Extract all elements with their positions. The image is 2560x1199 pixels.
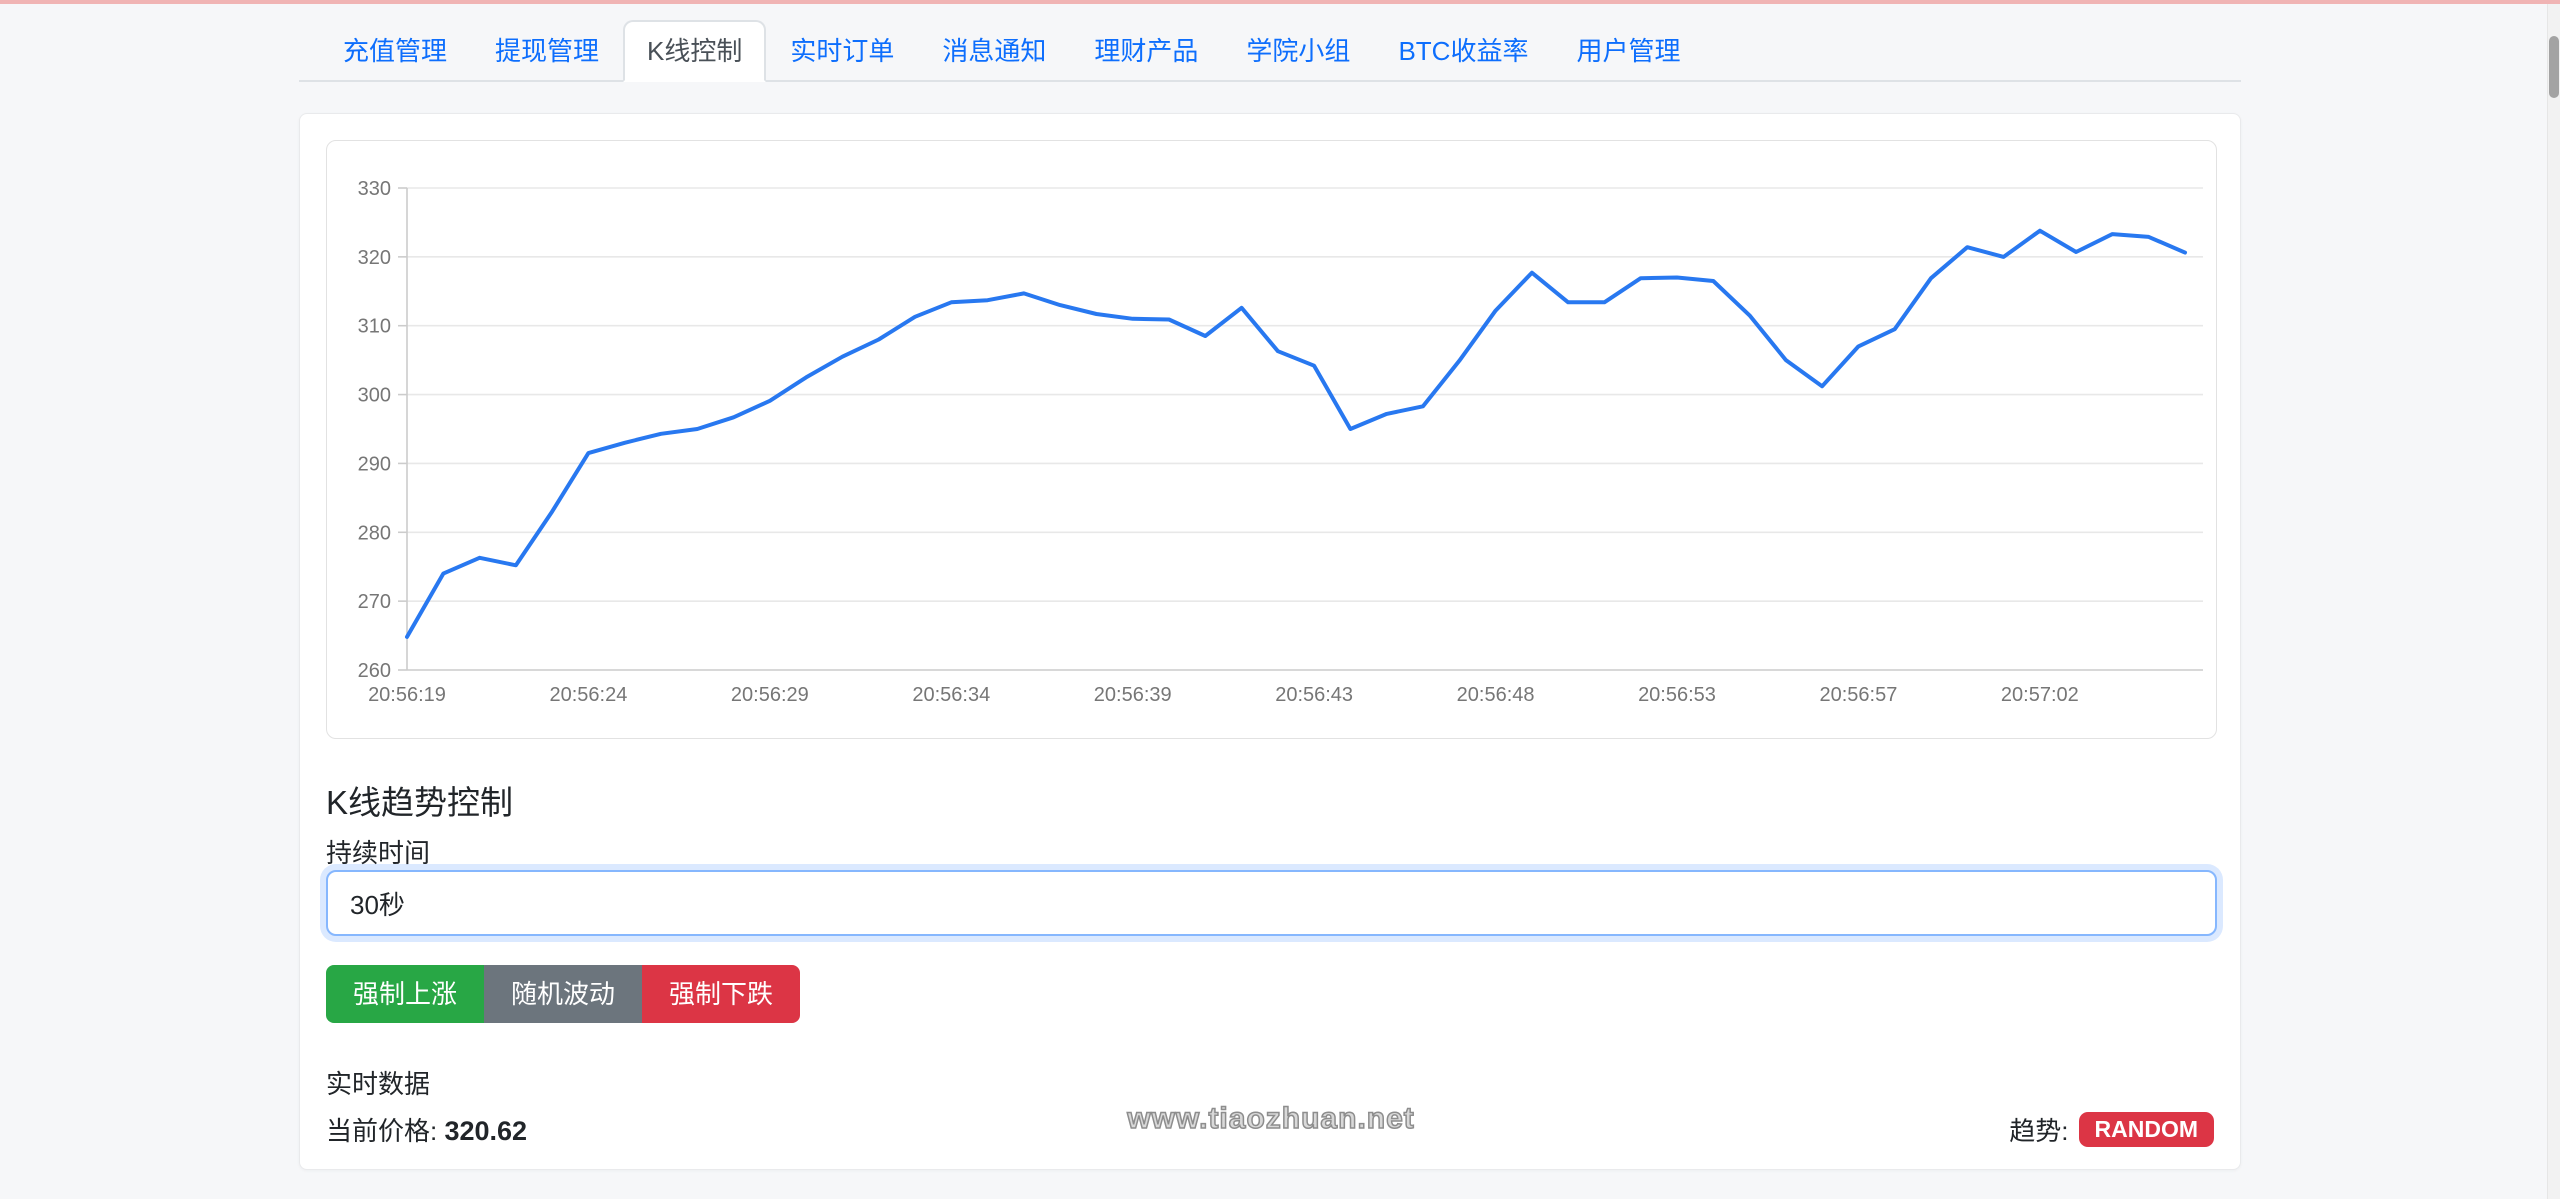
trend-label: 趋势: <box>2009 1116 2069 1146</box>
tab-user-management[interactable]: 用户管理 <box>1552 20 1704 82</box>
admin-tab-bar: 充值管理 提现管理 K线控制 实时订单 消息通知 理财产品 学院小组 BTC收益… <box>299 20 2241 82</box>
svg-text:280: 280 <box>358 522 391 544</box>
svg-text:20:56:19: 20:56:19 <box>368 684 446 706</box>
tab-realtime-orders[interactable]: 实时订单 <box>766 20 918 82</box>
svg-text:20:56:29: 20:56:29 <box>731 684 809 706</box>
svg-text:20:56:24: 20:56:24 <box>549 684 627 706</box>
svg-text:260: 260 <box>358 660 391 682</box>
svg-text:20:56:34: 20:56:34 <box>912 684 990 706</box>
svg-text:20:56:39: 20:56:39 <box>1094 684 1172 706</box>
svg-text:320: 320 <box>358 247 391 269</box>
scrollbar-thumb[interactable] <box>2549 36 2559 98</box>
random-fluctuate-button[interactable]: 随机波动 <box>484 965 643 1023</box>
svg-text:20:56:48: 20:56:48 <box>1457 684 1535 706</box>
duration-label: 持续时间 <box>326 838 431 868</box>
chart-canvas: 330 320 310 300 290 280 270 260 20:56:19 20:56:24… <box>327 141 2216 738</box>
tab-btc-yield[interactable]: BTC收益率 <box>1374 20 1552 82</box>
panel-title: K线趋势控制 <box>326 784 514 821</box>
tab-kline-control[interactable]: K线控制 <box>623 20 767 82</box>
tab-withdraw-management[interactable]: 提现管理 <box>471 20 623 82</box>
svg-text:290: 290 <box>358 453 391 475</box>
price-line-chart: 330 320 310 300 290 280 270 260 20:56:19 20:56:24… <box>326 140 2217 739</box>
trend-status-badge: RANDOM <box>2078 1112 2214 1147</box>
svg-text:270: 270 <box>358 591 391 613</box>
svg-text:330: 330 <box>358 178 391 200</box>
trend-status-row: 趋势: RANDOM <box>2009 1111 2214 1148</box>
svg-text:20:56:57: 20:56:57 <box>1819 684 1897 706</box>
force-rise-button[interactable]: 强制上涨 <box>326 965 485 1023</box>
svg-text:20:56:43: 20:56:43 <box>1275 684 1353 706</box>
tab-recharge-management[interactable]: 充值管理 <box>319 20 471 82</box>
tab-academy-groups[interactable]: 学院小组 <box>1222 20 1374 82</box>
tab-wealth-products[interactable]: 理财产品 <box>1070 20 1222 82</box>
trend-button-group: 强制上涨 随机波动 强制下跌 <box>326 965 801 1023</box>
site-watermark: www.tiaozhuan.net <box>1126 1101 1415 1136</box>
svg-text:310: 310 <box>358 316 391 338</box>
realtime-data-title: 实时数据 <box>326 1069 431 1099</box>
page-load-progress-bar <box>0 0 2560 4</box>
svg-text:20:56:53: 20:56:53 <box>1638 684 1716 706</box>
vertical-scrollbar[interactable] <box>2547 4 2560 1199</box>
kline-control-panel: 330 320 310 300 290 280 270 260 20:56:19 20:56:24… <box>299 113 2241 1170</box>
svg-text:20:57:02: 20:57:02 <box>2001 684 2079 706</box>
svg-text:300: 300 <box>358 385 391 407</box>
force-fall-button[interactable]: 强制下跌 <box>642 965 801 1023</box>
tab-message-notifications[interactable]: 消息通知 <box>918 20 1070 82</box>
duration-input[interactable] <box>326 870 2217 936</box>
